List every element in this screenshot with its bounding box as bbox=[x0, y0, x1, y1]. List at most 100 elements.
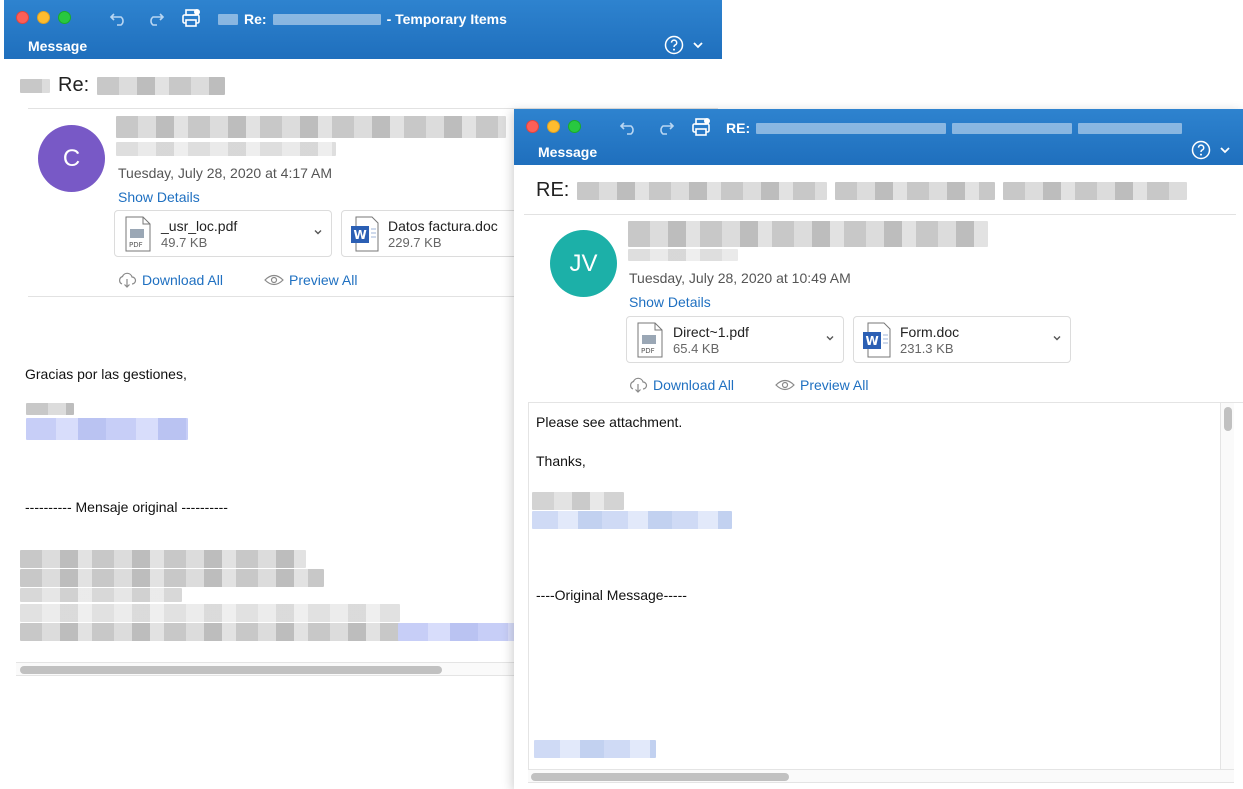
original-message-separator: ---------- Mensaje original ---------- bbox=[25, 499, 228, 515]
print-icon[interactable] bbox=[690, 117, 712, 137]
pdf-file-icon: PDF bbox=[637, 322, 663, 357]
message-date: Tuesday, July 28, 2020 at 4:17 AM bbox=[118, 165, 333, 181]
cloud-download-icon bbox=[630, 377, 648, 393]
redo-icon[interactable] bbox=[144, 8, 166, 28]
preview-all-button[interactable]: Preview All bbox=[775, 377, 868, 393]
body-greeting: Gracias por las gestiones, bbox=[25, 366, 187, 382]
download-all-label: Download All bbox=[142, 272, 223, 288]
chevron-down-icon[interactable] bbox=[1219, 144, 1231, 156]
body-line-2: Thanks, bbox=[536, 453, 586, 469]
help-area bbox=[1191, 140, 1231, 160]
window-title: Re: - Temporary Items bbox=[218, 11, 507, 27]
chevron-down-icon[interactable] bbox=[313, 227, 323, 237]
divider bbox=[524, 214, 1236, 215]
redacted-text bbox=[20, 78, 50, 93]
redacted-sender bbox=[116, 116, 506, 138]
tab-message[interactable]: Message bbox=[538, 144, 597, 160]
vertical-scrollbar[interactable] bbox=[1220, 403, 1234, 769]
undo-icon[interactable] bbox=[618, 117, 640, 137]
redacted-quoted-text bbox=[20, 588, 182, 602]
word-file-icon: W bbox=[351, 216, 379, 251]
eye-icon bbox=[264, 274, 284, 286]
window-controls bbox=[526, 120, 581, 133]
scrollbar-thumb[interactable] bbox=[531, 773, 789, 781]
horizontal-scrollbar[interactable] bbox=[528, 769, 1234, 783]
redacted-signature bbox=[26, 403, 74, 415]
redacted-text bbox=[97, 76, 226, 95]
toolbar-icons bbox=[618, 117, 712, 137]
chevron-down-icon[interactable] bbox=[825, 333, 835, 343]
help-icon[interactable] bbox=[664, 35, 684, 55]
tab-message[interactable]: Message bbox=[28, 38, 87, 54]
minimize-window-button[interactable] bbox=[37, 11, 50, 24]
attachment-pdf[interactable]: PDF Direct~1.pdf 65.4 KB bbox=[626, 316, 844, 363]
redacted-signature bbox=[532, 492, 624, 510]
attachment-doc[interactable]: W Form.doc 231.3 KB bbox=[853, 316, 1071, 363]
preview-all-label: Preview All bbox=[289, 272, 358, 288]
cloud-download-icon bbox=[119, 272, 137, 288]
horizontal-scrollbar[interactable] bbox=[16, 662, 516, 676]
scrollbar-thumb[interactable] bbox=[1224, 407, 1232, 431]
redo-icon[interactable] bbox=[654, 117, 676, 137]
eye-icon bbox=[775, 379, 795, 391]
preview-all-button[interactable]: Preview All bbox=[264, 272, 357, 288]
help-area bbox=[664, 35, 704, 55]
redacted-text bbox=[756, 122, 947, 134]
redacted-signature bbox=[26, 418, 188, 440]
redacted-quoted-text bbox=[20, 623, 400, 641]
title-suffix: - Temporary Items bbox=[386, 11, 507, 27]
zoom-window-button[interactable] bbox=[58, 11, 71, 24]
close-window-button[interactable] bbox=[16, 11, 29, 24]
show-details-link[interactable]: Show Details bbox=[629, 294, 711, 310]
word-file-icon: W bbox=[863, 322, 891, 357]
titlebar: RE: Message bbox=[514, 109, 1243, 165]
redacted-quoted-text bbox=[20, 604, 400, 622]
message-subject: Re: bbox=[20, 74, 226, 97]
attachment-size: 231.3 KB bbox=[900, 340, 954, 356]
message-date: Tuesday, July 28, 2020 at 10:49 AM bbox=[629, 270, 851, 286]
redacted-text bbox=[577, 181, 828, 200]
avatar: JV bbox=[550, 230, 617, 297]
toolbar-icons bbox=[108, 8, 202, 28]
undo-icon[interactable] bbox=[108, 8, 130, 28]
zoom-window-button[interactable] bbox=[568, 120, 581, 133]
redacted-recipients bbox=[116, 142, 336, 156]
original-message-separator: ----Original Message----- bbox=[536, 587, 687, 603]
chevron-down-icon[interactable] bbox=[692, 39, 704, 51]
title-prefix: Re: bbox=[244, 11, 267, 27]
help-icon[interactable] bbox=[1191, 140, 1211, 160]
redacted-text bbox=[1003, 181, 1188, 200]
minimize-window-button[interactable] bbox=[547, 120, 560, 133]
window-title: RE: bbox=[726, 120, 1183, 136]
scrollbar-thumb[interactable] bbox=[20, 666, 442, 674]
print-icon[interactable] bbox=[180, 8, 202, 28]
svg-text:W: W bbox=[354, 228, 367, 242]
attachment-name: _usr_loc.pdf bbox=[161, 217, 238, 234]
close-window-button[interactable] bbox=[526, 120, 539, 133]
redacted-text bbox=[835, 181, 996, 200]
titlebar: Re: - Temporary Items Message bbox=[4, 0, 722, 59]
download-all-label: Download All bbox=[653, 377, 734, 393]
redacted-recipients bbox=[628, 249, 738, 261]
subject-prefix: RE: bbox=[536, 179, 570, 201]
download-all-button[interactable]: Download All bbox=[628, 377, 734, 393]
title-prefix: RE: bbox=[726, 120, 751, 136]
svg-text:PDF: PDF bbox=[129, 241, 143, 249]
chevron-down-icon[interactable] bbox=[1052, 333, 1062, 343]
redacted-text bbox=[534, 740, 656, 758]
attachment-name: Datos factura.doc bbox=[388, 217, 498, 234]
svg-text:W: W bbox=[866, 334, 879, 348]
attachment-pdf[interactable]: PDF _usr_loc.pdf 49.7 KB bbox=[114, 210, 332, 257]
download-all-button[interactable]: Download All bbox=[117, 272, 223, 288]
message-subject: RE: bbox=[536, 179, 1188, 202]
redacted-text bbox=[1078, 122, 1183, 134]
attachment-name: Direct~1.pdf bbox=[673, 323, 749, 340]
attachment-name: Form.doc bbox=[900, 323, 960, 340]
window-controls bbox=[16, 11, 71, 24]
avatar: C bbox=[38, 125, 105, 192]
attachment-size: 49.7 KB bbox=[161, 234, 208, 250]
show-details-link[interactable]: Show Details bbox=[118, 189, 200, 205]
svg-text:PDF: PDF bbox=[641, 347, 655, 355]
pdf-file-icon: PDF bbox=[125, 216, 151, 251]
redacted-text bbox=[272, 13, 381, 25]
